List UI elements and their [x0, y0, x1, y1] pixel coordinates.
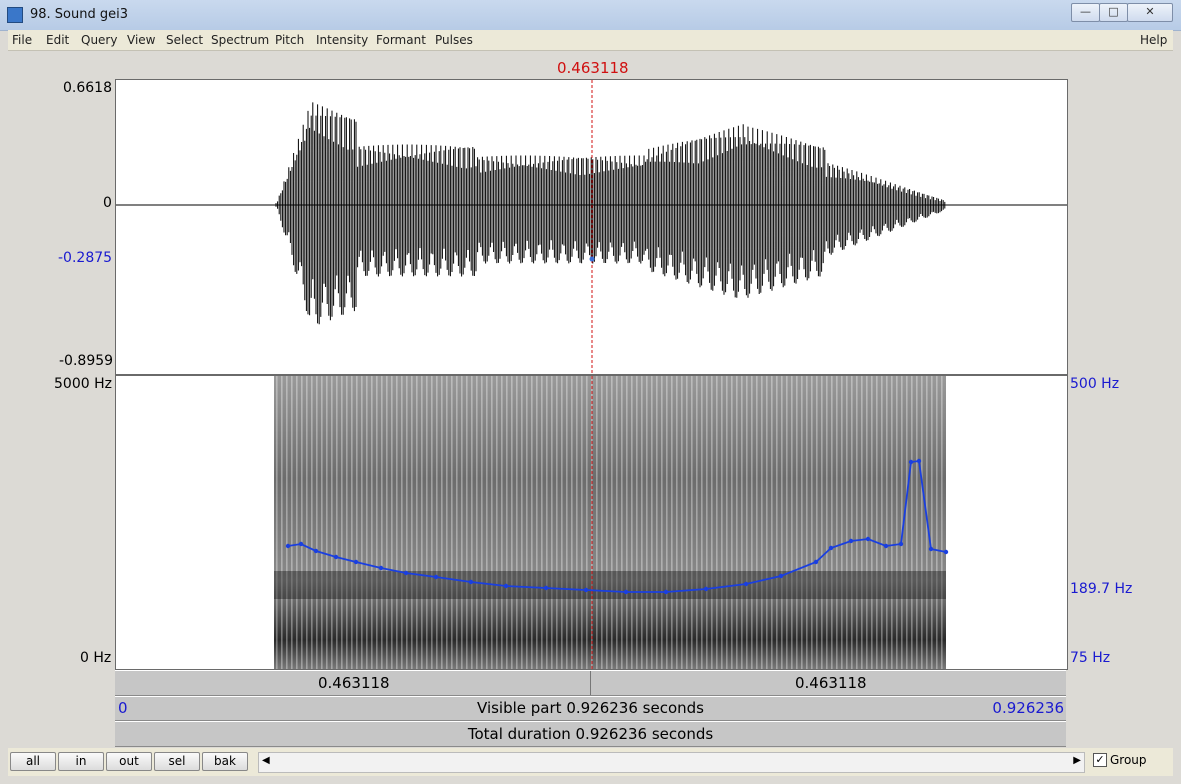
pitch-point — [916, 458, 922, 464]
horizontal-scrollbar[interactable]: ◀ ▶ — [258, 752, 1085, 773]
title-bar: 98. Sound gei3 — □ ✕ — [0, 0, 1181, 31]
wave-cursor-value: -0.2875 — [58, 250, 113, 266]
zoom-sel-button[interactable]: sel — [154, 752, 200, 771]
menu-file[interactable]: File — [12, 33, 32, 47]
pitch-value-label: 189.7 Hz — [1070, 581, 1133, 597]
window-title: 98. Sound gei3 — [30, 7, 129, 22]
segment-bar[interactable]: 0.463118 0.463118 — [115, 670, 1066, 696]
freq-bottom-label: 0 Hz — [80, 650, 112, 666]
pitch-point — [848, 538, 854, 544]
scroll-right-icon[interactable]: ▶ — [1073, 755, 1081, 766]
minimize-button[interactable]: — — [1071, 3, 1100, 22]
bottom-toolbar: all in out sel bak ◀ ▶ ✓ Group — [8, 748, 1173, 776]
pitch-point — [663, 589, 669, 595]
segment-divider — [590, 671, 591, 695]
pitch-point — [623, 589, 629, 595]
waveform-panel[interactable] — [115, 79, 1068, 375]
pitch-point — [865, 536, 871, 542]
app-icon — [7, 7, 23, 23]
menu-help[interactable]: Help — [1140, 33, 1167, 47]
total-duration-text: Total duration 0.926236 seconds — [467, 725, 714, 743]
zoom-out-button[interactable]: out — [106, 752, 152, 771]
pitch-point — [333, 554, 339, 560]
menu-pitch[interactable]: Pitch — [275, 33, 304, 47]
group-checkbox[interactable]: ✓ — [1093, 753, 1107, 767]
visible-part-bar[interactable]: 0 Visible part 0.926236 seconds 0.926236 — [115, 696, 1066, 721]
right-segment-duration[interactable]: 0.463118 — [795, 674, 867, 692]
formant-band — [274, 571, 946, 599]
spectrogram-panel[interactable] — [115, 375, 1068, 670]
menu-pulses[interactable]: Pulses — [435, 33, 473, 47]
pitch-point — [703, 586, 709, 592]
pitch-point — [583, 587, 589, 593]
visible-part-text: Visible part 0.926236 seconds — [477, 699, 704, 717]
cursor-time-label: 0.463118 — [557, 59, 629, 77]
menu-intensity[interactable]: Intensity — [316, 33, 368, 47]
pitch-point — [543, 585, 549, 591]
pitch-point — [353, 559, 359, 565]
pitch-point — [828, 545, 834, 551]
menu-formant[interactable]: Formant — [376, 33, 426, 47]
pitch-point — [403, 570, 409, 576]
menu-bar: File Edit Query View Select Spectrum Pit… — [8, 30, 1173, 51]
menu-select[interactable]: Select — [166, 33, 203, 47]
pitch-point — [468, 579, 474, 585]
menu-edit[interactable]: Edit — [46, 33, 69, 47]
total-duration-bar[interactable]: Total duration 0.926236 seconds — [115, 721, 1066, 747]
pitch-point — [813, 559, 819, 565]
wave-zero-label: 0 — [103, 195, 112, 211]
zoom-in-button[interactable]: in — [58, 752, 104, 771]
pitch-point — [298, 541, 304, 547]
zoom-all-button[interactable]: all — [10, 752, 56, 771]
pitch-point — [883, 543, 889, 549]
pitch-top-label: 500 Hz — [1070, 376, 1120, 392]
pitch-point — [433, 574, 439, 580]
left-segment-duration[interactable]: 0.463118 — [318, 674, 390, 692]
cursor-sample-marker — [589, 256, 595, 262]
group-label: Group — [1110, 753, 1147, 767]
pitch-point — [285, 543, 291, 549]
close-button[interactable]: ✕ — [1127, 3, 1173, 22]
pitch-point — [743, 581, 749, 587]
pitch-point — [778, 573, 784, 579]
wave-ymax-label: 0.6618 — [63, 80, 112, 96]
menu-query[interactable]: Query — [81, 33, 117, 47]
freq-top-label: 5000 Hz — [54, 376, 112, 392]
pitch-point — [943, 549, 949, 555]
pitch-point — [378, 565, 384, 571]
waveform-canvas — [116, 80, 1067, 374]
visible-end: 0.926236 — [992, 699, 1064, 717]
pitch-point — [503, 583, 509, 589]
pitch-point — [928, 546, 934, 552]
pitch-bottom-label: 75 Hz — [1070, 650, 1111, 666]
wave-ymin-label: -0.8959 — [59, 353, 114, 369]
scroll-left-icon[interactable]: ◀ — [262, 755, 270, 766]
spectrogram-canvas — [274, 376, 949, 669]
pitch-point — [898, 541, 904, 547]
pitch-point — [313, 548, 319, 554]
maximize-button[interactable]: □ — [1099, 3, 1128, 22]
waveform-trace — [275, 102, 946, 325]
pitch-point — [908, 459, 914, 465]
waveform-samples — [275, 102, 946, 325]
menu-view[interactable]: View — [127, 33, 155, 47]
zoom-back-button[interactable]: bak — [202, 752, 248, 771]
menu-spectrum[interactable]: Spectrum — [211, 33, 269, 47]
spectrogram-harmonics — [274, 376, 946, 669]
